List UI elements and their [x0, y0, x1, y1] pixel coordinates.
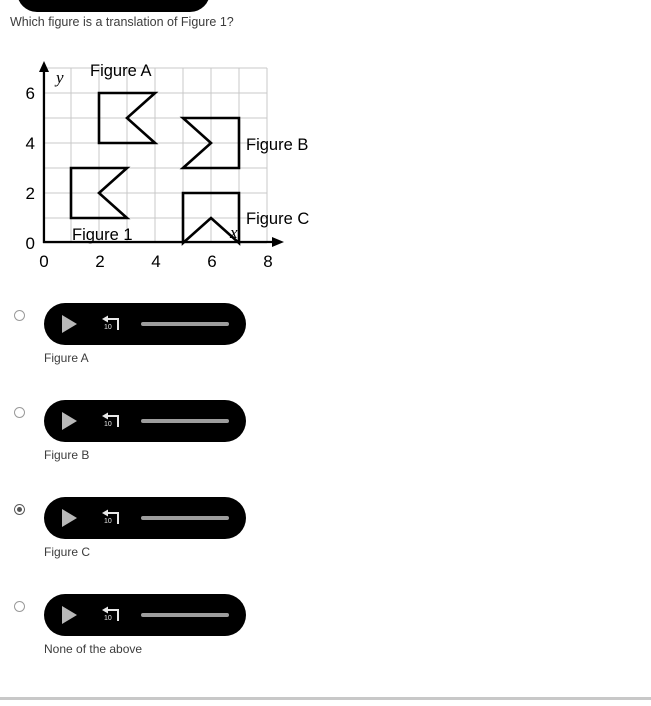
- bottom-divider: [0, 697, 651, 700]
- x-axis-arrowhead: [272, 237, 284, 247]
- graph-svg: 0 2 4 6 0 2 4 6 8 y x Figure 1 Figure A …: [26, 61, 309, 271]
- y-axis-label: y: [54, 68, 64, 87]
- y-tick-0: 0: [26, 234, 35, 253]
- coordinate-graph-figure: 0 2 4 6 0 2 4 6 8 y x Figure 1 Figure A …: [8, 58, 318, 273]
- progress-bar-figure-a[interactable]: [141, 322, 229, 326]
- x-tick-6: 6: [207, 252, 216, 271]
- question-prompt: Which figure is a translation of Figure …: [10, 15, 234, 29]
- replay-10-icon[interactable]: 10: [101, 605, 123, 625]
- radio-figure-b[interactable]: [14, 407, 25, 418]
- y-tick-2: 2: [26, 184, 35, 203]
- progress-bar-figure-c[interactable]: [141, 516, 229, 520]
- svg-text:10: 10: [104, 615, 112, 622]
- y-tick-6: 6: [26, 84, 35, 103]
- option-label-figure-b: Figure B: [44, 448, 90, 462]
- audio-player-none-of-the-above[interactable]: 10: [44, 594, 246, 636]
- clipped-audio-player[interactable]: [17, 0, 210, 12]
- audio-player-figure-b[interactable]: 10: [44, 400, 246, 442]
- svg-text:10: 10: [104, 518, 112, 525]
- option-label-none-of-the-above: None of the above: [44, 642, 143, 656]
- x-axis-tick-labels: 0 2 4 6 8: [39, 252, 272, 271]
- replay-10-icon[interactable]: 10: [101, 508, 123, 528]
- shape-label-figure-b: Figure B: [246, 136, 308, 154]
- y-tick-4: 4: [26, 134, 35, 153]
- play-icon[interactable]: [62, 509, 77, 527]
- svg-text:10: 10: [104, 324, 112, 331]
- y-axis-arrowhead: [39, 61, 49, 72]
- replay-10-icon[interactable]: 10: [101, 411, 123, 431]
- audio-player-figure-c[interactable]: 10: [44, 497, 246, 539]
- x-tick-2: 2: [95, 252, 104, 271]
- radio-figure-a[interactable]: [14, 310, 25, 321]
- svg-text:10: 10: [104, 421, 112, 428]
- shape-label-figure-a: Figure A: [90, 62, 151, 80]
- radio-none-of-the-above[interactable]: [14, 601, 25, 612]
- option-label-figure-c: Figure C: [44, 545, 91, 559]
- y-axis-tick-labels: 0 2 4 6: [26, 84, 35, 253]
- progress-bar-none-of-the-above[interactable]: [141, 613, 229, 617]
- play-icon[interactable]: [62, 606, 77, 624]
- play-icon[interactable]: [62, 315, 77, 333]
- x-tick-8: 8: [263, 252, 272, 271]
- shape-label-figure-c: Figure C: [246, 210, 309, 228]
- progress-bar-figure-b[interactable]: [141, 419, 229, 423]
- option-label-figure-a: Figure A: [44, 351, 89, 365]
- replay-10-icon[interactable]: 10: [101, 314, 123, 334]
- x-tick-0: 0: [39, 252, 48, 271]
- play-icon[interactable]: [62, 412, 77, 430]
- radio-figure-c[interactable]: [14, 504, 25, 515]
- audio-player-figure-a[interactable]: 10: [44, 303, 246, 345]
- shape-label-figure-1: Figure 1: [72, 226, 133, 244]
- x-tick-4: 4: [151, 252, 160, 271]
